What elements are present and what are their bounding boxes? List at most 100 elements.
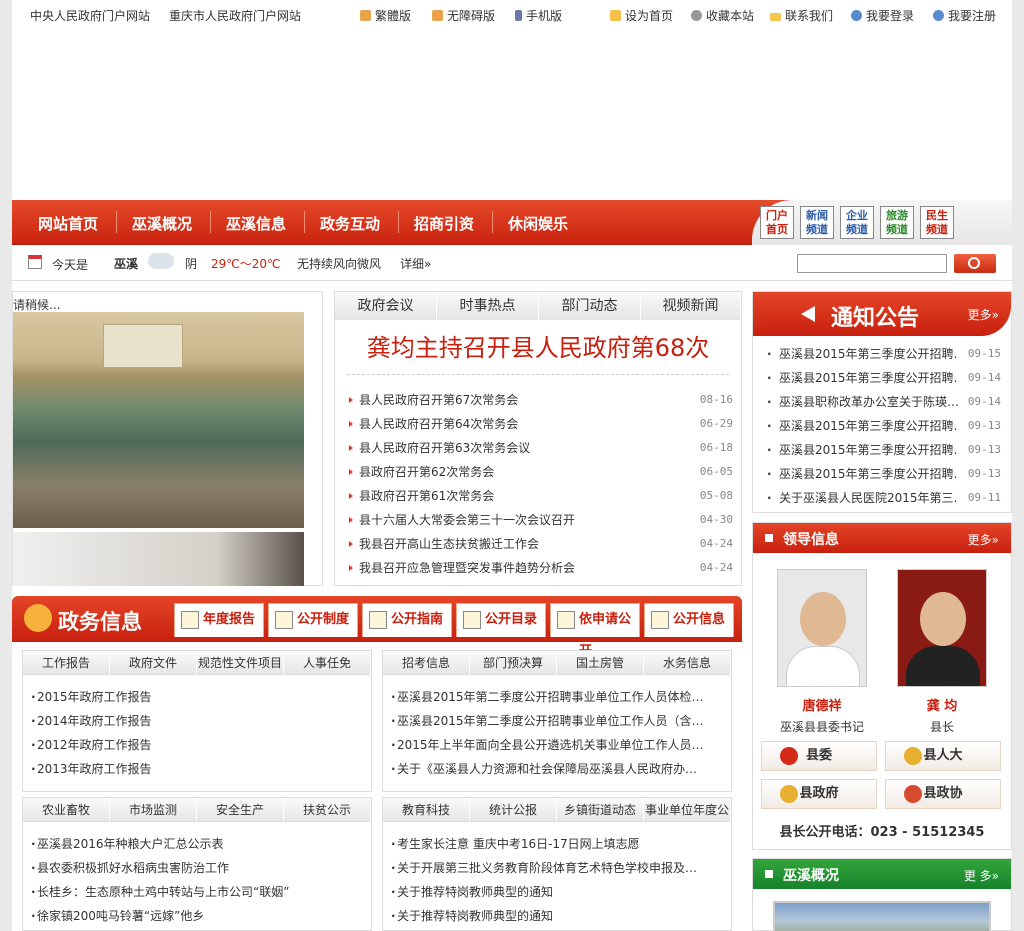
list-item[interactable]: 考生家长注意 重庆中考16日-17日网上填志愿 [391, 832, 725, 856]
link-set-home[interactable]: 设为首页 [610, 7, 673, 24]
notice-title: 通知公告 [831, 306, 920, 331]
tab-water-affairs[interactable]: 水务信息 [644, 651, 731, 675]
tab-poverty-notice[interactable]: 扶贫公示 [284, 798, 371, 822]
meeting-photo[interactable] [13, 312, 304, 528]
list-item[interactable]: 巫溪县2015年第三季度公开招聘…09-14 [767, 366, 1001, 390]
list-item[interactable]: 徐家镇200吨马铃薯“远嫁”他乡 [31, 904, 365, 928]
org-government[interactable]: 县政府 [761, 779, 877, 809]
link-central-gov[interactable]: 中央人民政府门户网站 [30, 7, 150, 24]
tab-dept-news[interactable]: 部门动态 [539, 292, 641, 320]
tab-dept-budget[interactable]: 部门预决算 [470, 651, 557, 675]
tab-land-housing[interactable]: 国土房管 [557, 651, 644, 675]
list-item[interactable]: 我县召开高山生态扶贫搬迁工作会 04-24 [347, 532, 733, 556]
tab-institution-annual[interactable]: 事业单位年度公 [644, 798, 731, 822]
leader-name: 唐德祥 [802, 699, 842, 714]
tab-agriculture[interactable]: 农业畜牧 [23, 798, 110, 822]
org-people-congress[interactable]: 县人大 [885, 741, 1001, 771]
list-item[interactable]: 县人民政府召开第67次常务会 08-16 [347, 388, 733, 412]
nav-overview[interactable]: 巫溪概况 [132, 213, 192, 234]
news-headline[interactable]: 龚均主持召开县人民政府第68次 [335, 328, 741, 363]
tab-video-news[interactable]: 视频新闻 [641, 292, 741, 320]
gov-tab-by-request[interactable]: 依申请公开 [550, 603, 640, 659]
gov-tab-disclosure-rules[interactable]: 公开制度 [268, 603, 358, 637]
nav-leisure[interactable]: 休闲娱乐 [508, 213, 568, 234]
tab-work-safety[interactable]: 安全生产 [197, 798, 284, 822]
list-item[interactable]: 长桂乡：生态原种土鸡中转站与上市公司“联姻” [31, 880, 365, 904]
list-item[interactable]: 2013年政府工作报告 [31, 757, 365, 781]
list-item[interactable]: 县人民政府召开第64次常务会 06-29 [347, 412, 733, 436]
link-login[interactable]: 我要登录 [851, 7, 914, 24]
channel-livelihood[interactable]: 民生 频道 [920, 206, 954, 239]
channel-portal[interactable]: 门户 首页 [760, 206, 794, 239]
list-item[interactable]: 巫溪县2015年第二季度公开招聘事业单位工作人员（含… [391, 709, 725, 733]
list-item[interactable]: 关于推荐特岗教师典型的通知 [391, 880, 725, 904]
tab-hot-topics[interactable]: 时事热点 [437, 292, 539, 320]
link-register[interactable]: 我要注册 [933, 7, 996, 24]
photo-slideshow: 请稍候... [12, 291, 323, 586]
list-item[interactable]: 关于巫溪县人民医院2015年第三…09-11 [767, 486, 1001, 510]
list-item[interactable]: 2014年政府工作报告 [31, 709, 365, 733]
list-item[interactable]: 巫溪县2015年第三季度公开招聘…09-13 [767, 438, 1001, 462]
overview-more-link[interactable]: 更 多» [964, 867, 999, 884]
gov-tab-public-info[interactable]: 公开信息 [644, 603, 734, 637]
tab-market-monitor[interactable]: 市场监测 [110, 798, 197, 822]
nav-home[interactable]: 网站首页 [38, 213, 98, 234]
tab-work-report[interactable]: 工作报告 [23, 651, 110, 675]
search-button[interactable] [954, 254, 996, 273]
list-item[interactable]: 县政府召开第62次常务会 06-05 [347, 460, 733, 484]
list-item[interactable]: 巫溪县职称改革办公室关于陈瑛…09-14 [767, 390, 1001, 414]
search-input[interactable] [797, 254, 947, 273]
list-item[interactable]: 巫溪县2015年第三季度公开招聘…09-15 [767, 342, 1001, 366]
list-item[interactable]: 巫溪县2015年第二季度公开招聘事业单位工作人员体检… [391, 685, 725, 709]
link-traditional[interactable]: 繁體版 [360, 7, 411, 24]
tab-normative-docs[interactable]: 规范性文件项目 [197, 651, 284, 675]
channel-tourism[interactable]: 旅游 频道 [880, 206, 914, 239]
channel-news[interactable]: 新闻 频道 [800, 206, 834, 239]
gov-tab-guide[interactable]: 公开指南 [362, 603, 452, 637]
list-item[interactable]: 2015年上半年面向全县公开遴选机关事业单位工作人员… [391, 733, 725, 757]
nav-info[interactable]: 巫溪信息 [226, 213, 286, 234]
tab-appointments[interactable]: 人事任免 [284, 651, 371, 675]
cloud-icon [148, 253, 174, 269]
list-item[interactable]: 巫溪县2015年第三季度公开招聘…09-13 [767, 414, 1001, 438]
link-chongqing-gov[interactable]: 重庆市人民政府门户网站 [169, 7, 301, 24]
leaders-more-link[interactable]: 更多» [968, 531, 999, 548]
list-item[interactable]: 县十六届人大常委会第三十一次会议召开 04-30 [347, 508, 733, 532]
login-icon [851, 10, 862, 21]
list-item[interactable]: 我县召开应急管理暨突发事件趋势分析会 04-24 [347, 556, 733, 580]
list-item[interactable]: 县人民政府召开第63次常务会议 06-18 [347, 436, 733, 460]
leader-card[interactable]: 龚 均 县长 [897, 569, 987, 735]
list-item[interactable]: 2012年政府工作报告 [31, 733, 365, 757]
link-mobile[interactable]: 手机版 [515, 7, 562, 24]
list-item[interactable]: 关于《巫溪县人力资源和社会保障局巫溪县人民政府办… [391, 757, 725, 781]
channel-enterprise[interactable]: 企业 频道 [840, 206, 874, 239]
tab-statistics[interactable]: 统计公报 [470, 798, 557, 822]
weather-detail-link[interactable]: 详细» [400, 255, 431, 272]
link-accessibility[interactable]: 无障碍版 [432, 7, 495, 24]
list-item[interactable]: 2015年政府工作报告 [31, 685, 365, 709]
scenic-photo[interactable] [773, 901, 991, 931]
tab-recruitment[interactable]: 招考信息 [383, 651, 470, 675]
secondary-photo[interactable] [13, 532, 304, 586]
list-item[interactable]: 巫溪县2016年种粮大户汇总公示表 [31, 832, 365, 856]
leader-card[interactable]: 唐德祥 巫溪县县委书记 [777, 569, 867, 735]
list-item[interactable]: 关于推荐特岗教师典型的通知 [391, 904, 725, 928]
list-item[interactable]: 关于开展第三批义务教育阶段体育艺术特色学校申报及… [391, 856, 725, 880]
national-emblem-icon [904, 747, 922, 765]
list-item[interactable]: 巫溪县2015年第三季度公开招聘…09-13 [767, 462, 1001, 486]
list-item[interactable]: 县政府召开第61次常务会 05-08 [347, 484, 733, 508]
tab-education[interactable]: 教育科技 [383, 798, 470, 822]
link-bookmark[interactable]: 收藏本站 [691, 7, 754, 24]
notice-more-link[interactable]: 更多» [968, 306, 999, 323]
gov-tab-catalog[interactable]: 公开目录 [456, 603, 546, 637]
nav-interaction[interactable]: 政务互动 [320, 213, 380, 234]
org-party-committee[interactable]: 县委 [761, 741, 877, 771]
tab-gov-meeting[interactable]: 政府会议 [335, 292, 437, 320]
list-item[interactable]: 县农委积极抓好水稻病虫害防治工作 [31, 856, 365, 880]
org-cppcc[interactable]: 县政协 [885, 779, 1001, 809]
tab-gov-documents[interactable]: 政府文件 [110, 651, 197, 675]
tab-township-news[interactable]: 乡镇街道动态 [557, 798, 644, 822]
nav-investment[interactable]: 招商引资 [414, 213, 474, 234]
link-contact[interactable]: 联系我们 [770, 7, 833, 24]
gov-tab-annual-report[interactable]: 年度报告 [174, 603, 264, 637]
